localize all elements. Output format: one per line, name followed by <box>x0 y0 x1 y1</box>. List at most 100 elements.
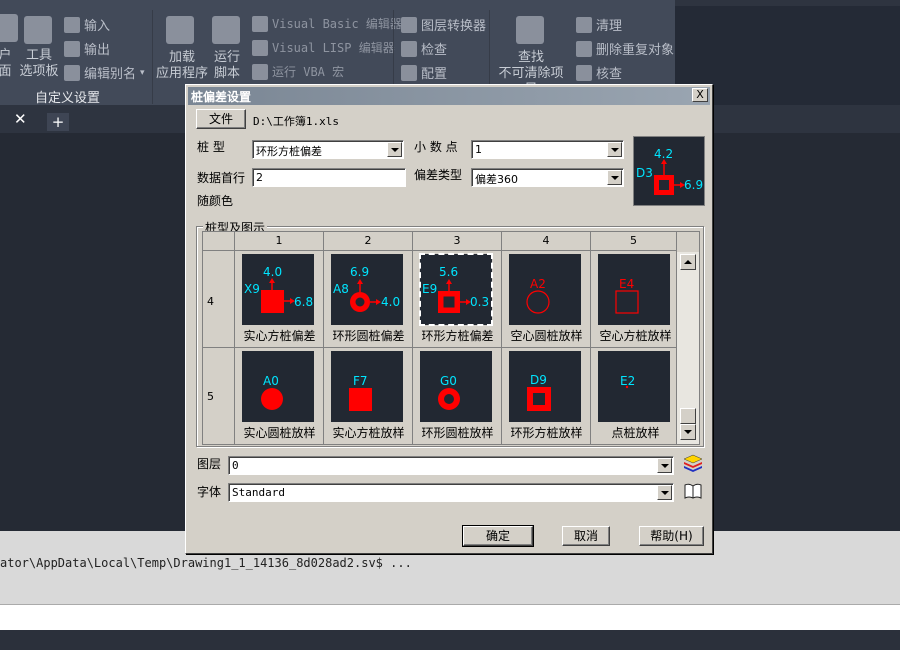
grid-cell-selected[interactable]: 5.6 E9 0.3 环形方桩偏差 <box>413 251 502 348</box>
pile-symbol-tile: D9 <box>509 351 581 422</box>
cell-label: 空心方桩放样 <box>599 329 672 343</box>
run-script-label-2: 脚本 <box>213 66 240 81</box>
load-application-label-2: 应用程序 <box>155 66 208 81</box>
tool-palettes-label-1: 工具 <box>25 48 52 63</box>
run-vba-icon <box>252 63 268 80</box>
book-icon[interactable] <box>683 481 703 501</box>
pile-id: E9 <box>422 282 437 296</box>
edit-alias-label: 编辑别名 <box>84 67 137 82</box>
ok-button[interactable]: 确定 <box>462 525 534 547</box>
close-button[interactable]: X <box>692 88 708 102</box>
pile-preview: 4.2 D3 6.9 <box>633 136 705 206</box>
vlisp-editor-button[interactable]: Visual LISP 编辑器 <box>252 39 395 56</box>
run-vba-label: 运行 VBA 宏 <box>272 65 345 79</box>
delete-duplicates-button[interactable]: 删除重复对象 <box>576 39 674 58</box>
grid-cell[interactable]: A2 空心圆桩放样 <box>502 251 591 348</box>
grid-cell[interactable]: G0 环形圆桩放样 <box>413 348 502 445</box>
command-history: ator\AppData\Local\Temp\Drawing1_1_14136… <box>0 556 412 570</box>
tool-palettes-button[interactable]: 工具 选项板 <box>18 48 60 80</box>
up-value: 6.9 <box>350 265 369 279</box>
vb-editor-button[interactable]: Visual Basic 编辑器 <box>252 15 402 32</box>
font-value: Standard <box>232 486 285 499</box>
input-button[interactable]: 输入 <box>64 15 110 34</box>
purge-icon <box>576 16 592 33</box>
vlisp-editor-icon <box>252 39 268 56</box>
file-button[interactable]: 文件 <box>196 109 246 129</box>
layer-label: 图层 <box>197 457 222 471</box>
tool-palettes-label-2: 选项板 <box>19 64 59 79</box>
load-application-button[interactable]: 加载 应用程序 <box>155 50 209 82</box>
check-button[interactable]: 检查 <box>401 39 447 58</box>
close-icon[interactable]: ✕ <box>14 110 27 128</box>
grid-cell[interactable]: 4.0 X9 6.8 实心方桩偏差 <box>235 251 324 348</box>
close-icon: X <box>696 88 704 101</box>
user-interface-button[interactable]: 户 面 <box>0 48 12 80</box>
up-value: 4.0 <box>263 265 282 279</box>
deviation-type-label: 偏差类型 <box>414 168 463 182</box>
scroll-down-icon[interactable] <box>680 424 696 440</box>
pile-type-select[interactable]: 环形方桩偏差 <box>252 140 404 159</box>
cell-label: 实心方桩偏差 <box>243 329 316 343</box>
grid-cell[interactable]: F7 实心方桩放样 <box>324 348 413 445</box>
column-header: 5 <box>591 232 677 251</box>
purge-label: 清理 <box>596 19 623 34</box>
cancel-button[interactable]: 取消 <box>562 526 610 546</box>
pile-shape <box>349 388 372 411</box>
solid-square-deviation-symbol: 4.0 X9 6.8 <box>244 265 313 313</box>
help-button[interactable]: 帮助(H) <box>639 526 704 546</box>
decimals-select[interactable]: 1 <box>471 140 624 159</box>
plus-icon[interactable]: + <box>47 113 69 131</box>
grid-vertical-scrollbar[interactable] <box>677 252 699 444</box>
dropdown-arrow-icon[interactable] <box>657 458 672 473</box>
vb-editor-icon <box>252 15 268 32</box>
purge-button[interactable]: 清理 <box>576 15 622 34</box>
load-application-label-1: 加载 <box>168 50 195 65</box>
output-icon <box>64 40 80 57</box>
edit-alias-button[interactable]: 编辑别名 ▾ <box>64 63 145 82</box>
pile-hole <box>443 296 455 308</box>
run-vba-button[interactable]: 运行 VBA 宏 <box>252 63 344 80</box>
dropdown-arrow-icon[interactable] <box>607 142 622 157</box>
dropdown-arrow-icon[interactable] <box>607 170 622 185</box>
by-color-label[interactable]: 随颜色 <box>197 192 233 209</box>
command-input[interactable] <box>0 604 900 630</box>
font-select[interactable]: Standard <box>228 483 674 502</box>
config-button[interactable]: 配置 <box>401 63 447 82</box>
grid-corner <box>203 232 235 251</box>
deviation-type-select[interactable]: 偏差360 <box>471 168 624 187</box>
output-button[interactable]: 输出 <box>64 39 110 58</box>
grid-cell[interactable]: 6.9 A8 4.0 环形圆桩偏差 <box>324 251 413 348</box>
pile-id: E4 <box>619 277 634 291</box>
user-interface-label-1: 户 <box>0 48 12 63</box>
layer-translator-button[interactable]: 图层转换器 <box>401 15 486 34</box>
pile-shape <box>261 290 284 313</box>
output-label: 输出 <box>84 43 111 58</box>
pile-id: G0 <box>440 374 457 388</box>
cell-label: 环形方桩偏差 <box>421 329 494 343</box>
deviation-type-value: 偏差360 <box>475 173 518 186</box>
layer-stack-icon[interactable] <box>683 453 703 473</box>
dropdown-arrow-icon[interactable] <box>387 142 402 157</box>
scroll-thumb[interactable] <box>680 408 696 424</box>
layer-value: 0 <box>232 459 239 472</box>
grid-cell[interactable]: A0 实心圆桩放样 <box>235 348 324 445</box>
grid-cell[interactable]: E4 空心方桩放样 <box>591 251 677 348</box>
grid-cell[interactable]: E2 点桩放样 <box>591 348 677 445</box>
layer-select[interactable]: 0 <box>228 456 674 475</box>
dropdown-arrow-icon[interactable] <box>657 485 672 500</box>
solid-square-layout-symbol: F7 <box>349 374 372 411</box>
run-script-button[interactable]: 运行 脚本 <box>210 50 244 82</box>
column-header: 2 <box>324 232 413 251</box>
dialog-titlebar[interactable]: 桩偏差设置 X <box>188 87 710 105</box>
data-first-row-input[interactable]: 2 <box>252 168 406 187</box>
pile-shape <box>261 388 283 410</box>
point-layout-symbol: E2 <box>620 374 635 389</box>
audit-button[interactable]: 核查 <box>576 63 622 82</box>
user-interface-label-2: 面 <box>0 64 12 79</box>
delete-duplicates-icon <box>576 40 592 57</box>
pile-id: X9 <box>244 282 260 296</box>
preview-right-value: 6.9 <box>684 178 703 192</box>
up-arrowhead <box>357 279 363 284</box>
scroll-up-icon[interactable] <box>680 254 696 270</box>
grid-cell[interactable]: D9 环形方桩放样 <box>502 348 591 445</box>
